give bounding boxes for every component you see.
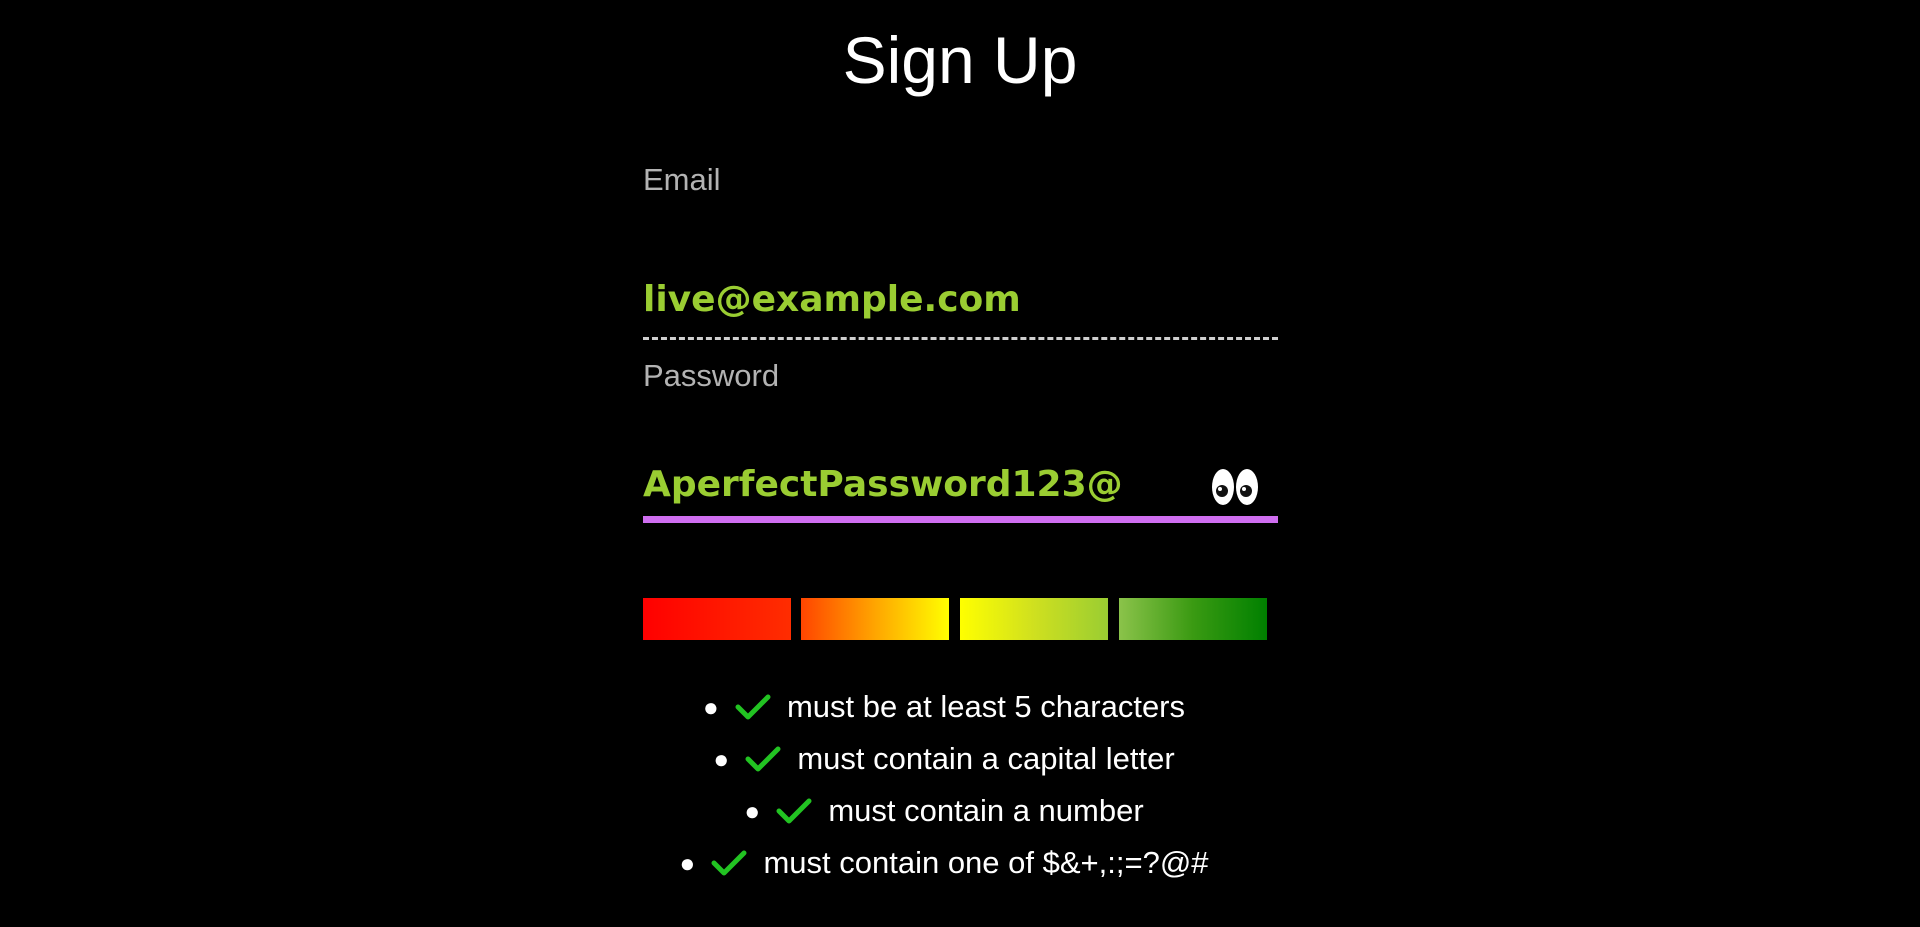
check-icon [745, 746, 781, 772]
bullet: ● [713, 744, 730, 774]
strength-segment-4 [1119, 598, 1267, 640]
rule-text: must contain one of $&+,:;=?@# [763, 845, 1209, 880]
rule-item: ● must contain a number [0, 785, 1920, 837]
email-field-wrapper [643, 275, 1278, 350]
bullet: ● [744, 796, 761, 826]
page-title: Sign Up [842, 23, 1078, 97]
check-icon [735, 694, 771, 720]
email-label: Email [643, 162, 721, 197]
rule-text: must be at least 5 characters [786, 689, 1186, 724]
password-input[interactable] [643, 460, 1203, 510]
rule-text: must contain a capital letter [797, 741, 1175, 776]
email-underline [643, 337, 1278, 340]
password-rules-list: ● must be at least 5 characters ● must c… [0, 681, 1920, 889]
check-icon [776, 798, 812, 824]
email-input[interactable] [643, 275, 1203, 325]
rule-item: ● must contain one of $&+,:;=?@# [0, 837, 1920, 889]
bullet: ● [679, 848, 696, 878]
check-icon [711, 850, 747, 876]
rule-item: ● must be at least 5 characters [0, 681, 1920, 733]
strength-segment-2 [801, 598, 949, 640]
password-focus-underline [643, 516, 1278, 523]
bullet: ● [702, 692, 719, 722]
signup-form: Email Password [643, 160, 1278, 528]
password-strength-meter [643, 598, 1267, 640]
strength-segment-1 [643, 598, 791, 640]
rule-item: ● must contain a capital letter [0, 733, 1920, 785]
password-field-wrapper [643, 460, 1278, 528]
signup-page: Sign Up Email Password [0, 0, 1920, 927]
eyes-icon[interactable] [1210, 466, 1262, 508]
rule-text: must contain a number [828, 793, 1144, 828]
password-label: Password [643, 358, 780, 393]
strength-segment-3 [960, 598, 1108, 640]
